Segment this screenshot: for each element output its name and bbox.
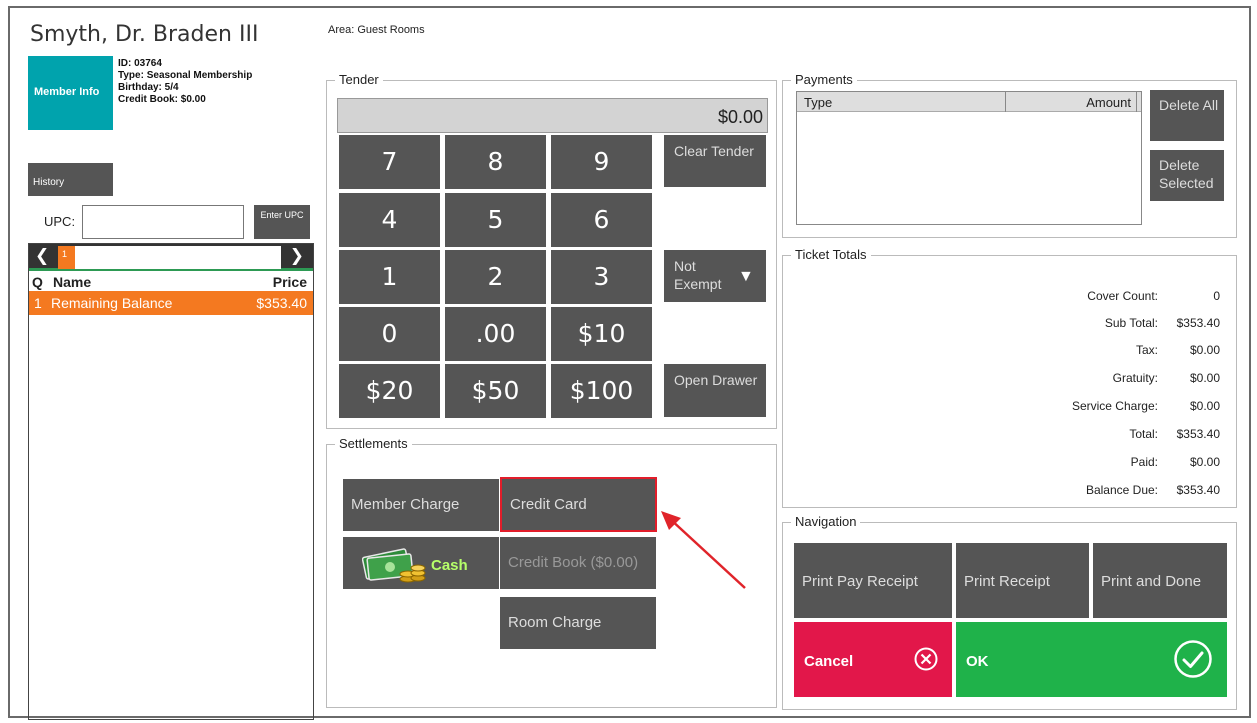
total-label: Total: xyxy=(1129,427,1158,441)
column-divider xyxy=(1005,92,1006,112)
member-birthday: Birthday: 5/4 xyxy=(118,82,179,93)
tender-display: $0.00 xyxy=(337,98,768,133)
navigation-title: Navigation xyxy=(791,514,861,529)
list-pager: ❮ 1 ❯ xyxy=(29,244,313,271)
total-label: Balance Due: xyxy=(1085,483,1158,497)
key-double-zero[interactable]: .00 xyxy=(445,307,546,361)
col-amount: Amount xyxy=(1086,95,1131,110)
cash-label: Cash xyxy=(431,557,468,574)
member-credit-book: Credit Book: $0.00 xyxy=(118,94,206,105)
member-info-button[interactable]: Member Info xyxy=(28,56,113,130)
total-value: $0.00 xyxy=(1189,399,1220,413)
col-type: Type xyxy=(804,95,833,110)
total-row-sub-total: Sub Total: $353.40 xyxy=(1000,316,1220,336)
chevron-right-icon[interactable]: ❯ xyxy=(290,246,304,266)
item-name: Remaining Balance xyxy=(51,295,173,311)
ticket-totals-title: Ticket Totals xyxy=(791,247,871,262)
total-row-total: Total: $353.40 xyxy=(1000,427,1220,447)
total-label: Tax: xyxy=(1135,343,1158,357)
key-2[interactable]: 2 xyxy=(445,250,546,304)
key-6[interactable]: 6 xyxy=(551,193,652,247)
key-10-dollars[interactable]: $10 xyxy=(551,307,652,361)
area-label: Area: Guest Rooms xyxy=(328,24,425,36)
print-receipt-button[interactable]: Print Receipt xyxy=(956,543,1089,618)
check-circle-icon xyxy=(1174,640,1212,678)
total-label: Gratuity: xyxy=(1112,371,1158,385)
ok-button[interactable]: OK xyxy=(956,622,1227,697)
credit-book-button[interactable]: Credit Book ($0.00) xyxy=(500,537,656,589)
annotation-arrow-icon xyxy=(661,511,746,589)
chevron-left-icon[interactable]: ❮ xyxy=(35,246,49,266)
member-details: ID: 03764 Type: Seasonal Membership Birt… xyxy=(118,58,252,106)
delete-all-button[interactable]: Delete All xyxy=(1150,90,1224,141)
member-info-label: Member Info xyxy=(34,86,100,98)
total-value: $353.40 xyxy=(1176,316,1220,330)
clear-tender-button[interactable]: Clear Tender xyxy=(664,135,766,187)
total-label: Service Charge: xyxy=(1071,399,1158,413)
column-divider xyxy=(1136,92,1137,112)
total-value: $353.40 xyxy=(1176,427,1220,441)
total-row-service-charge: Service Charge: $0.00 xyxy=(1000,399,1220,419)
total-value: $0.00 xyxy=(1189,343,1220,357)
ok-label: OK xyxy=(966,653,989,670)
key-50-dollars[interactable]: $50 xyxy=(445,364,546,418)
page-number[interactable]: 1 xyxy=(58,246,75,269)
total-label: Cover Count: xyxy=(1087,289,1158,303)
total-label: Paid: xyxy=(1130,455,1158,469)
tender-title: Tender xyxy=(335,72,383,87)
total-value: $0.00 xyxy=(1189,455,1220,469)
key-100-dollars[interactable]: $100 xyxy=(551,364,652,418)
print-and-done-button[interactable]: Print and Done xyxy=(1093,543,1227,618)
key-9[interactable]: 9 xyxy=(551,135,652,189)
room-charge-button[interactable]: Room Charge xyxy=(500,597,656,649)
key-1[interactable]: 1 xyxy=(339,250,440,304)
col-quantity: Q xyxy=(32,274,43,290)
pager-track xyxy=(75,246,281,269)
item-list: ❮ 1 ❯ Q Name Price 1 Remaining Balance $… xyxy=(28,243,314,720)
open-drawer-button[interactable]: Open Drawer xyxy=(664,364,766,417)
key-20-dollars[interactable]: $20 xyxy=(339,364,440,418)
enter-upc-button[interactable]: Enter UPC xyxy=(254,205,310,239)
cancel-label: Cancel xyxy=(804,653,854,670)
key-5[interactable]: 5 xyxy=(445,193,546,247)
key-8[interactable]: 8 xyxy=(445,135,546,189)
total-value: $353.40 xyxy=(1176,483,1220,497)
total-label: Sub Total: xyxy=(1104,316,1158,330)
upc-input[interactable] xyxy=(82,205,244,239)
print-pay-receipt-button[interactable]: Print Pay Receipt xyxy=(794,543,952,618)
total-value: $0.00 xyxy=(1189,371,1220,385)
total-row-balance-due: Balance Due: $353.40 xyxy=(1000,483,1220,503)
dropdown-arrow-icon: ▼ xyxy=(738,268,754,285)
settlements-title: Settlements xyxy=(335,436,412,451)
total-row-tax: Tax: $0.00 xyxy=(1000,343,1220,363)
total-value: 0 xyxy=(1213,289,1220,303)
item-price: $353.40 xyxy=(256,295,307,311)
payments-title: Payments xyxy=(791,72,857,87)
key-0[interactable]: 0 xyxy=(339,307,440,361)
payments-header: Type Amount xyxy=(797,92,1141,112)
list-item[interactable]: 1 Remaining Balance $353.40 xyxy=(29,291,313,315)
credit-card-button[interactable]: Credit Card xyxy=(500,477,657,532)
member-id: ID: 03764 xyxy=(118,58,162,69)
key-7[interactable]: 7 xyxy=(339,135,440,189)
upc-label: UPC: xyxy=(44,214,76,229)
close-circle-icon xyxy=(914,647,938,671)
col-price: Price xyxy=(272,274,307,290)
item-quantity: 1 xyxy=(34,295,42,311)
payments-table[interactable]: Type Amount xyxy=(796,91,1142,225)
total-row-cover-count: Cover Count: 0 xyxy=(1000,289,1220,309)
cash-money-icon xyxy=(362,548,426,583)
key-3[interactable]: 3 xyxy=(551,250,652,304)
history-button[interactable]: History xyxy=(28,163,113,196)
col-name: Name xyxy=(53,274,92,290)
member-charge-button[interactable]: Member Charge xyxy=(343,479,499,531)
member-type: Type: Seasonal Membership xyxy=(118,70,253,81)
key-4[interactable]: 4 xyxy=(339,193,440,247)
total-row-paid: Paid: $0.00 xyxy=(1000,455,1220,475)
total-row-gratuity: Gratuity: $0.00 xyxy=(1000,371,1220,391)
member-name: Smyth, Dr. Braden III xyxy=(30,22,259,47)
delete-selected-button[interactable]: Delete Selected xyxy=(1150,150,1224,201)
list-header: Q Name Price xyxy=(29,271,313,291)
cancel-button[interactable]: Cancel xyxy=(794,622,952,697)
